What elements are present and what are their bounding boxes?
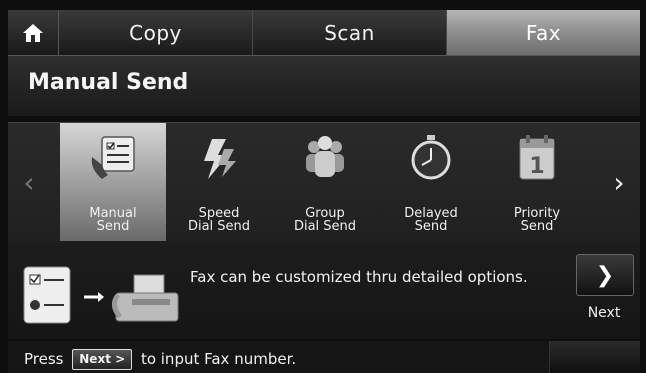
page-title: Manual Send	[28, 70, 189, 95]
option-label: Manual Send	[89, 206, 137, 234]
info-description: Fax can be customized thru detailed opti…	[190, 268, 528, 286]
status-suffix: to input Fax number.	[140, 350, 297, 368]
tab-fax[interactable]: Fax	[447, 10, 640, 55]
info-panel: Fax can be customized thru detailed opti…	[8, 241, 640, 339]
option-delayed-send[interactable]: Delayed Send	[378, 123, 484, 241]
next-button[interactable]: ❯	[576, 254, 634, 296]
tab-scan[interactable]: Scan	[253, 10, 447, 55]
delayed-send-icon	[411, 135, 451, 180]
option-label: Priority Send	[513, 206, 561, 234]
tab-copy[interactable]: Copy	[59, 10, 253, 55]
chevron-right-icon: ›	[613, 165, 625, 199]
option-group-dial-send[interactable]: Group Dial Send	[272, 123, 378, 241]
mode-tab-bar: Copy Scan Fax	[8, 10, 640, 56]
option-label: Speed Dial Send	[187, 206, 251, 234]
next-button-label: Next	[587, 305, 621, 321]
manual-to-fax-illustration	[23, 266, 179, 324]
right-arrow-icon	[84, 292, 104, 302]
option-manual-send[interactable]: Manual Send	[60, 123, 166, 241]
speed-dial-icon	[204, 139, 236, 179]
home-icon	[23, 23, 43, 42]
checklist-icon	[23, 266, 71, 324]
status-decoration	[549, 341, 640, 373]
fax-machine-icon	[112, 274, 179, 322]
svg-text:1: 1	[529, 154, 544, 179]
option-label: Delayed Send	[404, 206, 458, 234]
chevron-right-icon: ❯	[595, 262, 615, 288]
scroll-left-button[interactable]: ‹	[8, 123, 50, 241]
option-label: Group Dial Send	[293, 206, 357, 234]
title-bar: Manual Send	[8, 56, 640, 116]
manual-send-icon	[91, 136, 135, 179]
priority-send-icon: 1	[519, 135, 555, 180]
chevron-left-icon: ‹	[23, 165, 35, 199]
group-dial-icon	[306, 136, 344, 177]
status-hint: Press Next > to input Fax number.	[24, 349, 296, 370]
status-bar: Press Next > to input Fax number.	[8, 341, 640, 373]
option-priority-send[interactable]: 1 Priority Send	[484, 123, 590, 241]
next-key-hint: Next >	[72, 349, 133, 370]
option-speed-dial-send[interactable]: Speed Dial Send	[166, 123, 272, 241]
option-carousel: ‹ Manual Send Speed Dial Send Group Dial…	[8, 122, 640, 242]
status-prefix: Press	[24, 350, 64, 368]
home-button[interactable]	[8, 10, 59, 55]
scroll-right-button[interactable]: ›	[598, 123, 640, 241]
